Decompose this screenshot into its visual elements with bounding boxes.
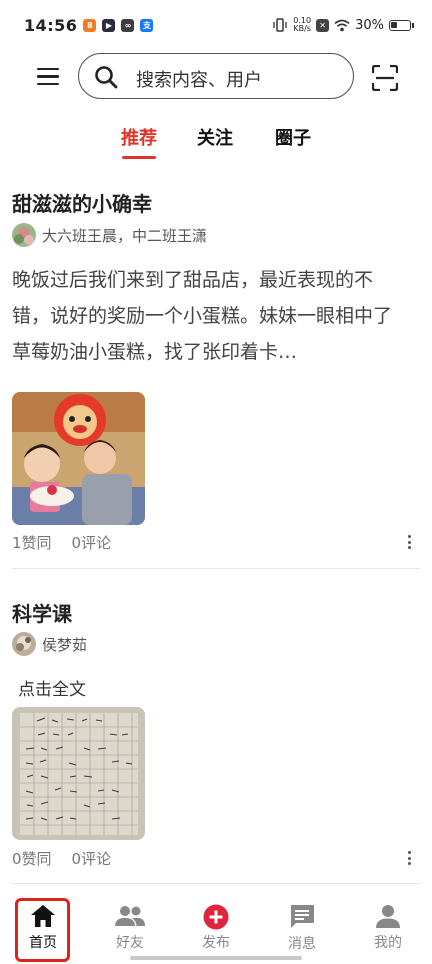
post-stats: 1赞同 0评论: [12, 532, 111, 553]
search-icon: [95, 66, 118, 89]
post-divider: [12, 568, 420, 569]
top-header: 搜索内容、用户: [0, 52, 432, 102]
publish-plus-icon: [203, 904, 229, 930]
app-notification-icon: ▶: [102, 18, 116, 32]
post-divider: [12, 883, 420, 884]
post-author[interactable]: 大六班王晨，中二班王潇: [42, 225, 207, 246]
nav-profile-label: 我的: [374, 935, 402, 951]
tab-following[interactable]: 关注: [197, 124, 233, 150]
app-notification-icon: 8: [83, 18, 97, 32]
feed-tabs: 推荐 关注 圈子: [0, 124, 432, 164]
like-count[interactable]: 1赞同: [12, 534, 52, 552]
tab-recommend[interactable]: 推荐: [121, 124, 157, 150]
nav-publish-label: 发布: [202, 935, 230, 951]
more-options-icon[interactable]: [408, 851, 412, 868]
status-left: 14:56 8 ▶ ∞ 支: [24, 15, 154, 35]
post-image[interactable]: [12, 707, 145, 840]
gesture-home-indicator[interactable]: [130, 956, 302, 960]
nav-friends-label: 好友: [116, 935, 144, 951]
search-placeholder: 搜索内容、用户: [136, 70, 262, 91]
avatar[interactable]: [12, 223, 36, 247]
post-title[interactable]: 甜滋滋的小确幸: [12, 188, 152, 217]
post-author[interactable]: 侯梦茹: [42, 634, 87, 655]
like-count[interactable]: 0赞同: [12, 850, 52, 868]
status-right: 0.10 KB/s ✕ 30%: [272, 17, 414, 33]
vibrate-icon: [273, 18, 287, 32]
tab-circles[interactable]: 圈子: [275, 124, 311, 150]
post-author-row[interactable]: 侯梦茹: [12, 632, 87, 656]
battery-icon: [389, 19, 411, 31]
post-title[interactable]: 科学课: [12, 598, 72, 627]
close-notification-icon: ✕: [316, 18, 330, 32]
net-speed: 0.10 KB/s: [293, 17, 311, 33]
post-excerpt[interactable]: 晚饭过后我们来到了甜品店，最近表现的不错，说好的奖励一个小蛋糕。妹妹一眼相中了草…: [12, 262, 404, 370]
net-speed-unit: KB/s: [293, 24, 311, 33]
message-icon: [291, 905, 314, 928]
friends-icon: [115, 906, 145, 926]
comment-count[interactable]: 0评论: [72, 850, 112, 868]
home-highlight-box: [15, 898, 70, 962]
more-options-icon[interactable]: [408, 535, 412, 552]
post-image[interactable]: [12, 392, 145, 525]
wifi-icon: [334, 19, 350, 31]
menu-icon[interactable]: [37, 68, 59, 86]
comment-count[interactable]: 0评论: [72, 534, 112, 552]
nav-messages-label: 消息: [288, 936, 316, 952]
search-input[interactable]: 搜索内容、用户: [78, 53, 354, 99]
alipay-notification-icon: 支: [140, 18, 154, 32]
nav-publish[interactable]: 发布: [186, 904, 246, 952]
avatar[interactable]: [12, 632, 36, 656]
status-bar: 14:56 8 ▶ ∞ 支 0.10 KB/s ✕ 30%: [0, 0, 432, 50]
app-notification-icon: ∞: [121, 18, 135, 32]
battery-tip: [412, 22, 414, 28]
battery-percent: 30%: [355, 17, 384, 33]
post-author-row[interactable]: 大六班王晨，中二班王潇: [12, 223, 207, 247]
profile-icon: [376, 905, 400, 928]
nav-messages[interactable]: 消息: [272, 904, 332, 953]
nav-profile[interactable]: 我的: [358, 904, 418, 952]
status-time: 14:56: [24, 15, 78, 35]
tab-active-indicator: [122, 156, 156, 159]
read-full-text-link[interactable]: 点击全文: [18, 675, 86, 700]
post-stats: 0赞同 0评论: [12, 848, 111, 869]
scan-icon[interactable]: [372, 65, 398, 91]
nav-friends[interactable]: 好友: [100, 904, 160, 952]
